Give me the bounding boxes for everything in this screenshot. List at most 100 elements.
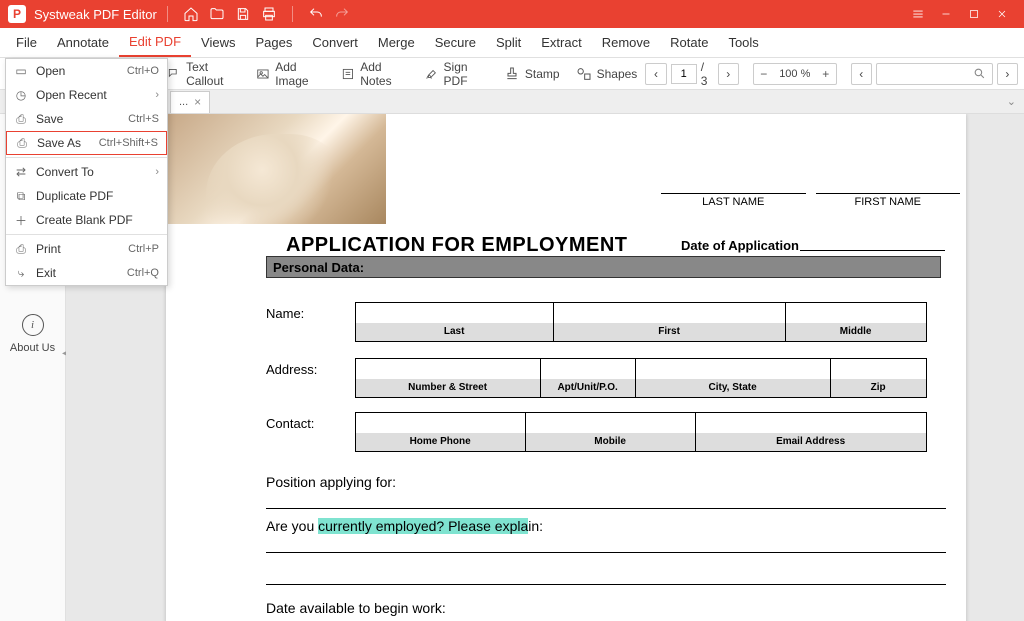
menu-edit-pdf[interactable]: Edit PDF	[119, 28, 191, 57]
menu-pages[interactable]: Pages	[245, 29, 302, 56]
page-number-input[interactable]	[671, 64, 697, 84]
about-icon[interactable]: i	[22, 314, 44, 336]
page-total: / 3	[701, 60, 714, 88]
addr-city-input[interactable]	[636, 359, 831, 379]
next-page-button[interactable]: ›	[718, 63, 739, 85]
zoom-value: 100 %	[774, 68, 816, 80]
menu-open-recent[interactable]: ◷Open Recent›	[6, 83, 167, 107]
q-date-available: Date available to begin work:	[266, 600, 446, 616]
addr-zip-input[interactable]	[831, 359, 926, 379]
menu-secure[interactable]: Secure	[425, 29, 486, 56]
menu-convert-to[interactable]: ⇄Convert To›	[6, 160, 167, 184]
name-fields: LAST NAME FIRST NAME	[661, 172, 960, 208]
contact-mobile-input[interactable]	[526, 413, 696, 433]
maximize-button[interactable]	[960, 0, 988, 28]
history-forward-button[interactable]: ›	[997, 63, 1018, 85]
document-viewport: LAST NAME FIRST NAME APPLICATION FOR EMPL…	[66, 114, 1024, 621]
col-middle: Middle	[786, 323, 926, 341]
menu-extract[interactable]: Extract	[531, 29, 591, 56]
q-employed: Are you currently employed? Please expla…	[266, 518, 543, 534]
hamburger-icon[interactable]	[904, 0, 932, 28]
document-photo	[166, 114, 386, 224]
tool-shapes[interactable]: Shapes	[568, 62, 646, 86]
date-field[interactable]	[800, 250, 945, 251]
q-employed-line[interactable]	[266, 552, 946, 553]
menu-save-as[interactable]: ⎙Save AsCtrl+Shift+S	[6, 131, 167, 155]
zoom-out-button[interactable]: −	[754, 67, 774, 81]
last-name-label: LAST NAME	[661, 196, 806, 208]
col-last: Last	[356, 323, 554, 341]
document-tab[interactable]: ... ×	[170, 91, 210, 113]
pdf-page: LAST NAME FIRST NAME APPLICATION FOR EMPL…	[166, 114, 966, 621]
menu-convert[interactable]: Convert	[302, 29, 368, 56]
name-middle-input[interactable]	[786, 303, 926, 323]
save-icon[interactable]	[233, 4, 253, 24]
title-bar: P Systweak PDF Editor	[0, 0, 1024, 28]
q-position: Position applying for:	[266, 474, 396, 490]
undo-icon[interactable]	[306, 4, 326, 24]
menu-tools[interactable]: Tools	[718, 29, 768, 56]
app-title: Systweak PDF Editor	[34, 7, 157, 22]
home-icon[interactable]	[181, 4, 201, 24]
col-home: Home Phone	[356, 433, 526, 451]
last-name-field[interactable]	[661, 172, 806, 194]
col-apt: Apt/Unit/P.O.	[541, 379, 636, 397]
first-name-field[interactable]	[816, 172, 961, 194]
app-logo: P	[8, 5, 26, 23]
menu-remove[interactable]: Remove	[592, 29, 660, 56]
menu-split[interactable]: Split	[486, 29, 531, 56]
addr-apt-input[interactable]	[541, 359, 636, 379]
redo-icon[interactable]	[332, 4, 352, 24]
menu-create-blank[interactable]: ＋Create Blank PDF	[6, 208, 167, 232]
name-row-label: Name:	[266, 302, 351, 321]
col-zip: Zip	[831, 379, 926, 397]
first-name-label: FIRST NAME	[816, 196, 961, 208]
print-icon[interactable]	[259, 4, 279, 24]
about-label: About Us	[10, 342, 55, 354]
tab-label: ...	[179, 96, 188, 108]
tool-sign-pdf[interactable]: Sign PDF	[417, 56, 496, 92]
name-last-input[interactable]	[356, 303, 554, 323]
tool-text-callout[interactable]: Text Callout	[159, 56, 248, 92]
address-row-label: Address:	[266, 358, 351, 377]
open-folder-icon[interactable]	[207, 4, 227, 24]
page-navigation: ‹ / 3 › − 100 % + ‹ ›	[645, 60, 1018, 88]
menu-duplicate[interactable]: ⧉Duplicate PDF	[6, 184, 167, 208]
contact-home-input[interactable]	[356, 413, 526, 433]
contact-row-label: Contact:	[266, 412, 351, 431]
menu-file[interactable]: File	[6, 29, 47, 56]
tool-stamp[interactable]: Stamp	[496, 62, 568, 86]
col-mobile: Mobile	[526, 433, 696, 451]
close-button[interactable]	[988, 0, 1016, 28]
tab-close-icon[interactable]: ×	[194, 95, 201, 109]
menu-exit[interactable]: ⤷ExitCtrl+Q	[6, 261, 167, 285]
search-box[interactable]	[876, 63, 993, 85]
history-back-button[interactable]: ‹	[851, 63, 872, 85]
prev-page-button[interactable]: ‹	[645, 63, 666, 85]
menu-save[interactable]: ⎙SaveCtrl+S	[6, 107, 167, 131]
menu-annotate[interactable]: Annotate	[47, 29, 119, 56]
section-header: Personal Data:	[266, 256, 941, 278]
menu-rotate[interactable]: Rotate	[660, 29, 718, 56]
form-title: APPLICATION FOR EMPLOYMENT	[286, 234, 628, 257]
col-email: Email Address	[696, 433, 926, 451]
date-label: Date of Application	[681, 238, 799, 253]
contact-email-input[interactable]	[696, 413, 926, 433]
col-city: City, State	[636, 379, 831, 397]
zoom-in-button[interactable]: +	[816, 67, 836, 81]
name-first-input[interactable]	[554, 303, 786, 323]
highlighted-text: currently employed? Please expla	[318, 518, 528, 534]
tool-add-notes[interactable]: Add Notes	[333, 56, 416, 92]
menu-open[interactable]: ▭OpenCtrl+O	[6, 59, 167, 83]
tool-add-image[interactable]: Add Image	[248, 56, 333, 92]
tab-overflow-icon[interactable]: ⌄	[1007, 95, 1016, 108]
menu-bar: File Annotate Edit PDF Views Pages Conve…	[0, 28, 1024, 58]
q-employed-line2[interactable]	[266, 584, 946, 585]
col-street: Number & Street	[356, 379, 541, 397]
menu-print[interactable]: ⎙PrintCtrl+P	[6, 237, 167, 261]
addr-street-input[interactable]	[356, 359, 541, 379]
q-position-line[interactable]	[266, 508, 946, 509]
menu-merge[interactable]: Merge	[368, 29, 425, 56]
minimize-button[interactable]	[932, 0, 960, 28]
menu-views[interactable]: Views	[191, 29, 245, 56]
